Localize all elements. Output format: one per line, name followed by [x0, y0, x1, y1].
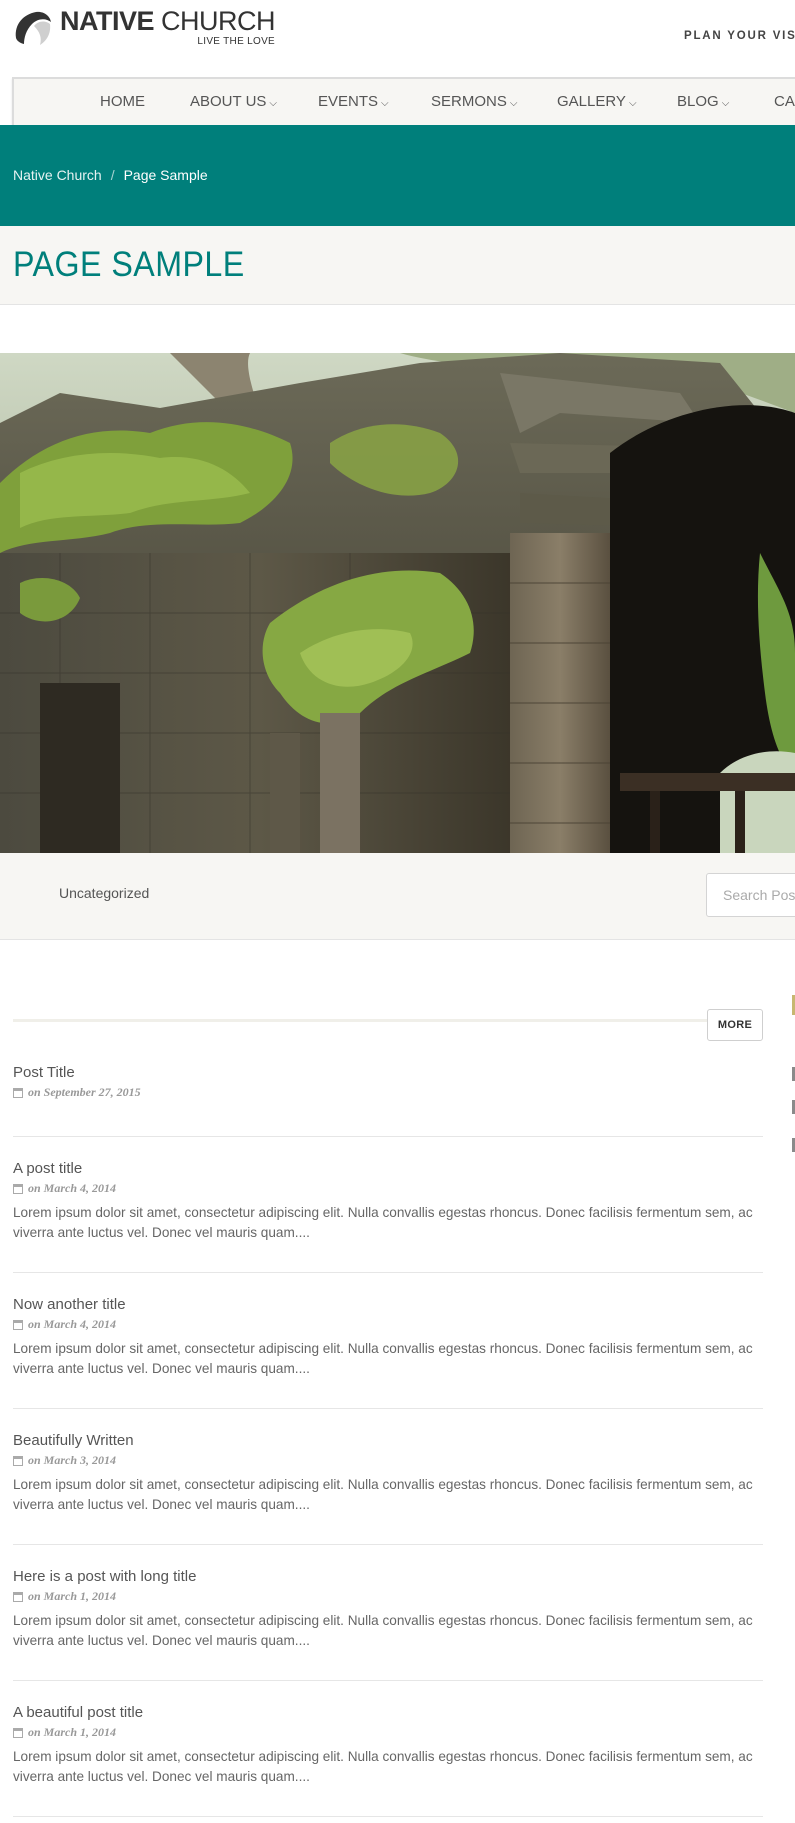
- plan-your-visit-link[interactable]: PLAN YOUR VISIT: [684, 30, 795, 42]
- post-divider: [13, 1272, 763, 1273]
- post-excerpt: Lorem ipsum dolor sit amet, consectetur …: [13, 1749, 753, 1784]
- list-item: Now another title on March 4, 2014 Lorem…: [13, 1296, 763, 1379]
- post-date: on March 1, 2014: [13, 1725, 763, 1740]
- calendar-icon: [13, 1087, 23, 1098]
- nav-item-blog[interactable]: BLOG ⌵: [677, 79, 729, 125]
- post-divider: [13, 1680, 763, 1681]
- nav-item-about-us[interactable]: ABOUT US ⌵: [190, 79, 277, 125]
- post-date: on March 1, 2014: [13, 1589, 763, 1604]
- brand-name: NATIVE CHURCH: [60, 6, 276, 36]
- hero-image: [0, 353, 795, 853]
- post-filter-bar: Uncategorized: [0, 853, 795, 940]
- list-item: A beautiful post title on March 1, 2014 …: [13, 1704, 763, 1787]
- site-header: NATIVE CHURCH LIVE THE LOVE PLAN YOUR VI…: [0, 0, 795, 77]
- post-divider: [13, 1408, 763, 1409]
- nav-item-events[interactable]: EVENTS ⌵: [318, 79, 389, 125]
- chevron-down-icon: ⌵: [628, 98, 637, 109]
- category-filter[interactable]: Uncategorized: [59, 885, 149, 901]
- calendar-icon: [13, 1319, 23, 1330]
- breadcrumb-home-link[interactable]: Native Church: [13, 167, 102, 183]
- nav-item-home[interactable]: HOME: [100, 79, 145, 125]
- search-box[interactable]: [706, 873, 795, 917]
- post-title-link[interactable]: A post title: [13, 1160, 763, 1177]
- chevron-down-icon: ⌵: [269, 98, 277, 109]
- calendar-icon: [13, 1183, 23, 1194]
- calendar-icon: [13, 1591, 23, 1602]
- more-button[interactable]: MORE: [707, 1009, 763, 1041]
- chevron-down-icon: ⌵: [381, 98, 389, 109]
- post-title-link[interactable]: A beautiful post title: [13, 1704, 763, 1721]
- brand-tagline: LIVE THE LOVE: [197, 36, 276, 47]
- breadcrumb-band: Native Church / Page Sample: [0, 125, 795, 226]
- post-title-link[interactable]: Beautifully Written: [13, 1432, 763, 1449]
- nav-item-gallery[interactable]: GALLERY ⌵: [557, 79, 637, 125]
- post-excerpt: Lorem ipsum dolor sit amet, consectetur …: [13, 1341, 753, 1376]
- nav-item-sermons[interactable]: SERMONS ⌵: [431, 79, 517, 125]
- logo-mark-icon: [13, 9, 51, 47]
- list-item: Beautifully Written on March 3, 2014 Lor…: [13, 1432, 763, 1515]
- post-date: on September 27, 2015: [13, 1085, 763, 1100]
- list-item: Post Title on September 27, 2015: [13, 1064, 763, 1100]
- post-divider: [13, 1816, 763, 1817]
- post-date: on March 3, 2014: [13, 1453, 763, 1468]
- breadcrumb-current: Page Sample: [123, 167, 208, 183]
- breadcrumb-separator: /: [110, 167, 115, 183]
- post-excerpt: Lorem ipsum dolor sit amet, consectetur …: [13, 1205, 753, 1240]
- post-title-link[interactable]: Now another title: [13, 1296, 763, 1313]
- site-logo[interactable]: NATIVE CHURCH LIVE THE LOVE: [12, 6, 276, 48]
- post-title-link[interactable]: Here is a post with long title: [13, 1568, 763, 1585]
- list-item: A post title on March 4, 2014 Lorem ipsu…: [13, 1160, 763, 1243]
- post-excerpt: Lorem ipsum dolor sit amet, consectetur …: [13, 1477, 753, 1512]
- calendar-icon: [13, 1455, 23, 1466]
- temple-ruins-image: [0, 353, 795, 853]
- chevron-down-icon: ⌵: [509, 98, 518, 109]
- chevron-down-icon: ⌵: [721, 98, 730, 109]
- post-date: on March 4, 2014: [13, 1181, 763, 1196]
- post-divider: [13, 1136, 763, 1137]
- section-divider: [13, 1019, 763, 1022]
- page-title-band: PAGE SAMPLE: [0, 226, 795, 305]
- list-item: Here is a post with long title on March …: [13, 1568, 763, 1651]
- post-divider: [13, 1544, 763, 1545]
- nav-item-causes[interactable]: CAU: [774, 79, 795, 125]
- search-input[interactable]: [707, 874, 795, 916]
- breadcrumb: Native Church / Page Sample: [13, 167, 208, 183]
- calendar-icon: [13, 1727, 23, 1738]
- main-nav: HOME ABOUT US ⌵ EVENTS ⌵ SERMONS ⌵ GALLERY ⌵…: [12, 77, 795, 125]
- post-date: on March 4, 2014: [13, 1317, 763, 1332]
- page-title: PAGE SAMPLE: [13, 245, 245, 284]
- post-excerpt: Lorem ipsum dolor sit amet, consectetur …: [13, 1613, 753, 1648]
- post-title-link[interactable]: Post Title: [13, 1064, 763, 1081]
